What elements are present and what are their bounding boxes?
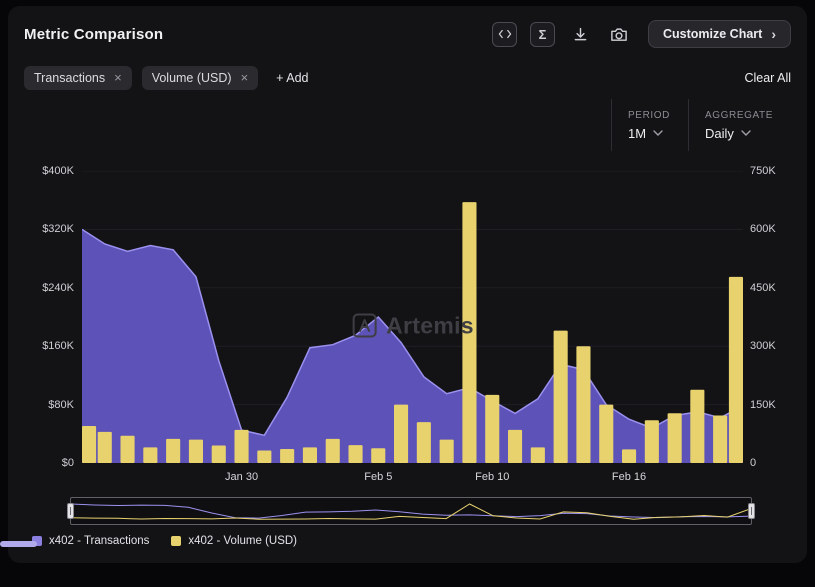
chart-controls: PERIOD 1M AGGREGATE Daily xyxy=(24,99,791,151)
chart-canvas[interactable] xyxy=(82,171,743,463)
volume-bar xyxy=(120,435,135,463)
x-axis-tick: Feb 16 xyxy=(611,471,647,483)
volume-bar xyxy=(439,439,454,463)
embed-code-button[interactable] xyxy=(492,21,517,47)
navigator-transactions-line xyxy=(71,503,751,519)
volume-bar xyxy=(485,394,500,463)
chart-region: $400K $320K $240K $160K $80K $0 Artemis Jan 3… xyxy=(24,165,791,487)
chevron-right-icon: › xyxy=(771,26,776,42)
chart-legend: x402 - Transactions x402 - Volume (USD) xyxy=(32,535,791,547)
page-title: Metric Comparison xyxy=(24,25,164,43)
chevron-down-icon xyxy=(741,130,751,136)
legend-label: x402 - Transactions xyxy=(49,535,150,547)
formula-button[interactable]: Σ xyxy=(530,21,555,47)
navigator-canvas xyxy=(71,503,751,520)
x-axis-tick: Feb 5 xyxy=(364,471,393,483)
customize-chart-label: Customize Chart xyxy=(663,27,763,41)
volume-bar xyxy=(143,447,158,463)
volume-bar xyxy=(302,447,317,463)
customize-chart-button[interactable]: Customize Chart › xyxy=(648,20,791,48)
volume-bar xyxy=(211,445,226,463)
sigma-icon: Σ xyxy=(538,26,547,42)
right-axis-labels: 750K 600K 450K 300K 150K 0 xyxy=(743,165,791,469)
metric-chip-transactions[interactable]: Transactions × xyxy=(24,65,132,90)
aggregate-control[interactable]: AGGREGATE Daily xyxy=(687,99,791,151)
left-axis-tick: $0 xyxy=(61,457,74,469)
download-button[interactable] xyxy=(568,22,593,47)
volume-bar xyxy=(530,447,545,463)
x-axis-labels: Jan 30 Feb 5 Feb 10 Feb 16 xyxy=(82,467,743,487)
volume-bar xyxy=(188,439,203,463)
aggregate-label: AGGREGATE xyxy=(704,109,773,121)
left-axis-tick: $240K xyxy=(42,281,74,294)
volume-bar xyxy=(166,438,181,463)
volume-bar xyxy=(553,330,568,463)
right-axis-tick: 300K xyxy=(750,340,776,353)
volume-bar xyxy=(394,404,409,463)
legend-item-volume[interactable]: x402 - Volume (USD) xyxy=(171,535,297,547)
x-axis-tick: Jan 30 xyxy=(225,471,259,483)
volume-bar xyxy=(348,445,363,463)
left-axis-tick: $320K xyxy=(42,223,74,236)
volume-bar xyxy=(728,276,743,463)
right-axis-tick: 600K xyxy=(750,223,776,236)
left-axis-tick: $160K xyxy=(42,340,74,353)
aggregate-value: Daily xyxy=(704,125,734,141)
chip-label: Transactions xyxy=(34,70,106,85)
volume-bar xyxy=(599,404,614,463)
metric-chip-volume[interactable]: Volume (USD) × xyxy=(141,65,259,90)
volume-bar xyxy=(257,450,272,463)
right-axis-tick: 450K xyxy=(750,281,776,294)
volume-bar xyxy=(234,429,249,463)
volume-bar xyxy=(576,346,591,463)
period-control[interactable]: PERIOD 1M xyxy=(611,99,688,151)
plot-area[interactable]: Artemis Jan 30 Feb 5 Feb 10 Feb 16 xyxy=(82,171,743,483)
range-navigator[interactable] xyxy=(67,497,755,525)
right-axis-tick: 750K xyxy=(750,165,776,177)
volume-bar xyxy=(371,448,386,463)
remove-chip-icon[interactable]: × xyxy=(241,71,249,84)
navigator-left-handle[interactable] xyxy=(67,503,74,519)
metric-chips-row: Transactions × Volume (USD) × + Add Clea… xyxy=(24,64,791,91)
volume-bar xyxy=(667,413,682,463)
scrollbar-thumb[interactable] xyxy=(0,541,37,547)
volume-bar xyxy=(644,420,659,463)
volume-bar xyxy=(622,449,637,463)
volume-bar xyxy=(713,415,728,463)
legend-label: x402 - Volume (USD) xyxy=(188,535,298,547)
navigator-right-handle[interactable] xyxy=(748,503,755,519)
remove-chip-icon[interactable]: × xyxy=(114,71,122,84)
right-axis-tick: 0 xyxy=(750,457,757,469)
left-axis-labels: $400K $320K $240K $160K $80K $0 xyxy=(24,165,82,469)
volume-bar xyxy=(280,449,295,463)
clear-all-button[interactable]: Clear All xyxy=(744,71,791,85)
legend-item-transactions[interactable]: x402 - Transactions xyxy=(32,535,149,547)
metric-comparison-card: Metric Comparison Σ Customize Chart › Tr… xyxy=(8,6,807,563)
camera-icon xyxy=(610,28,627,41)
volume-bar xyxy=(416,422,431,463)
legend-swatch xyxy=(171,536,182,546)
left-axis-tick: $400K xyxy=(42,165,74,177)
volume-bar xyxy=(97,431,112,463)
volume-bar xyxy=(325,438,340,463)
chevron-down-icon xyxy=(653,130,663,136)
right-axis-tick: 150K xyxy=(750,398,776,411)
volume-bar xyxy=(462,202,477,463)
header: Metric Comparison Σ Customize Chart › xyxy=(24,18,791,50)
chip-label: Volume (USD) xyxy=(151,70,232,85)
add-metric-button[interactable]: + Add xyxy=(276,71,308,85)
volume-bar xyxy=(508,429,523,463)
left-axis-tick: $80K xyxy=(48,398,74,411)
download-icon xyxy=(574,27,587,40)
x-axis-tick: Feb 10 xyxy=(475,471,510,483)
volume-bar xyxy=(82,426,97,463)
code-icon xyxy=(498,29,511,39)
volume-bar xyxy=(690,389,705,463)
screenshot-button[interactable] xyxy=(606,22,631,47)
period-value: 1M xyxy=(628,125,647,141)
period-label: PERIOD xyxy=(628,109,670,121)
header-actions: Σ Customize Chart › xyxy=(492,20,791,48)
